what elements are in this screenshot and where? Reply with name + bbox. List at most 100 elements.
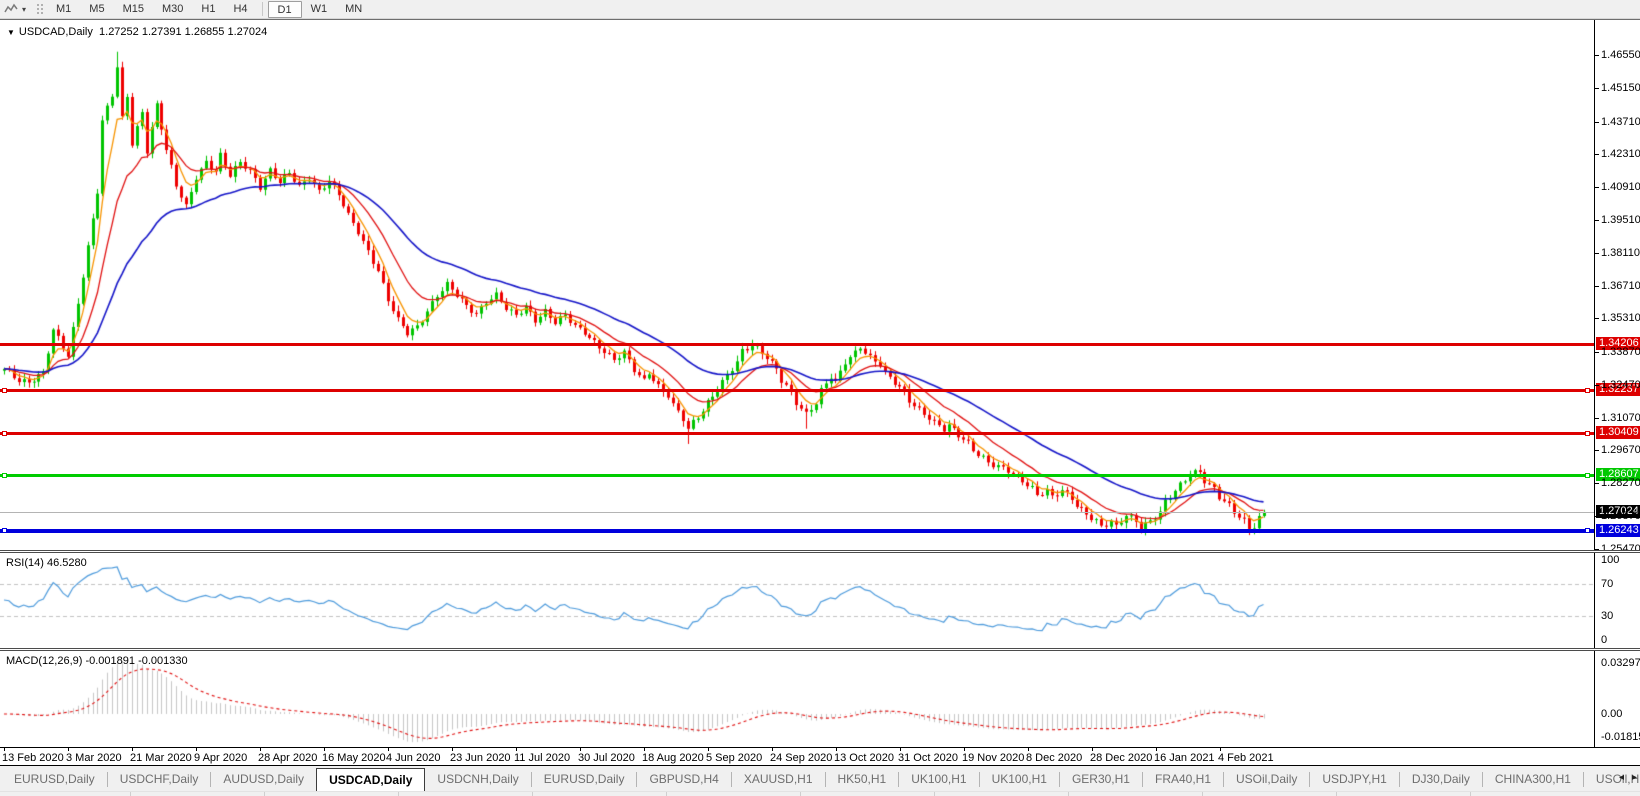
- price-axis-tick: [1595, 220, 1599, 221]
- date-axis-label: 8 Dec 2020: [1026, 752, 1082, 764]
- line-handle[interactable]: [2, 473, 7, 478]
- date-axis-label: 3 Mar 2020: [66, 752, 122, 764]
- symbol-dropdown-triangle[interactable]: ▼: [7, 28, 15, 37]
- terminal-window: ▾ M1M5M15M30H1H4 D1W1MN ▼ USDCAD,Daily 1.2…: [0, 0, 1640, 796]
- macd-axis-label: 0.00: [1601, 708, 1622, 720]
- price-axis-tick: [1595, 385, 1599, 386]
- strip-divider: [1068, 792, 1069, 796]
- date-axis-tick: [68, 748, 69, 751]
- line-handle[interactable]: [2, 388, 7, 393]
- date-axis-label: 28 Apr 2020: [258, 752, 317, 764]
- line-handle[interactable]: [1585, 528, 1590, 533]
- date-axis-label: 31 Oct 2020: [898, 752, 958, 764]
- chart-tab-usoil-daily[interactable]: USOil,Daily: [1224, 768, 1309, 791]
- horizontal-line-1.28607[interactable]: [0, 474, 1594, 477]
- date-axis-label: 13 Feb 2020: [2, 752, 64, 764]
- price-axis-tick: [1595, 286, 1599, 287]
- chart-tab-china300-h1[interactable]: CHINA300,H1: [1483, 768, 1583, 791]
- chart-tab-uk100-h1[interactable]: UK100,H1: [980, 768, 1059, 791]
- line-handle[interactable]: [2, 528, 7, 533]
- timeframe-button-m5[interactable]: M5: [80, 1, 113, 18]
- chart-tab-dj30-daily[interactable]: DJ30,Daily: [1400, 768, 1482, 791]
- timeframe-button-mn[interactable]: MN: [336, 1, 371, 18]
- rsi-axis-label: 100: [1601, 554, 1619, 566]
- chart-tab-gbpusd-h4[interactable]: GBPUSD,H4: [637, 768, 730, 791]
- timeframe-button-d1[interactable]: D1: [268, 1, 302, 18]
- price-axis-label: 1.31070: [1601, 412, 1640, 424]
- line-handle[interactable]: [1585, 431, 1590, 436]
- rsi-label: RSI(14) 46.5280: [6, 557, 87, 569]
- date-axis-tick: [132, 748, 133, 751]
- timeframe-button-h1[interactable]: H1: [192, 1, 224, 18]
- date-axis[interactable]: 13 Feb 20203 Mar 202021 Mar 20209 Apr 20…: [0, 747, 1640, 766]
- date-axis-label: 4 Jun 2020: [386, 752, 440, 764]
- tabs-scroll-left-arrow[interactable]: ◂: [1619, 772, 1624, 783]
- timeframe-button-h4[interactable]: H4: [224, 1, 256, 18]
- line-handle[interactable]: [2, 431, 7, 436]
- date-axis-tick: [1220, 748, 1221, 751]
- date-axis-tick: [900, 748, 901, 751]
- rsi-canvas[interactable]: [0, 553, 1594, 648]
- horizontal-line-1.34206[interactable]: [0, 343, 1594, 346]
- price-axis-label: 1.46550: [1601, 49, 1640, 61]
- strip-divider: [398, 792, 399, 796]
- horizontal-line-1.27024[interactable]: [0, 512, 1594, 513]
- strip-divider: [934, 792, 935, 796]
- chart-tab-usdcad-daily[interactable]: USDCAD,Daily: [316, 768, 425, 791]
- date-axis-tick: [516, 748, 517, 751]
- timeframe-button-w1[interactable]: W1: [302, 1, 337, 18]
- chart-tab-usdcnh-daily[interactable]: USDCNH,Daily: [425, 768, 530, 791]
- date-axis-label: 4 Feb 2021: [1218, 752, 1274, 764]
- chart-tab-hk50-h1[interactable]: HK50,H1: [826, 768, 899, 791]
- price-axis-tick: [1595, 122, 1599, 123]
- chart-type-dropdown-caret[interactable]: ▾: [22, 5, 34, 14]
- strip-divider: [130, 792, 131, 796]
- line-handle[interactable]: [1585, 473, 1590, 478]
- date-axis-label: 21 Mar 2020: [130, 752, 192, 764]
- chart-tab-usdchf-daily[interactable]: USDCHF,Daily: [108, 768, 211, 791]
- timeframe-button-m1[interactable]: M1: [47, 1, 80, 18]
- chart-zigzag-icon[interactable]: [0, 1, 22, 18]
- rsi-axis-label: 30: [1601, 610, 1613, 622]
- price-axis-label: 1.35310: [1601, 312, 1640, 324]
- price-axis-tick: [1595, 450, 1599, 451]
- timeframe-button-m30[interactable]: M30: [153, 1, 192, 18]
- timeframe-button-m15[interactable]: M15: [114, 1, 153, 18]
- chart-tab-xauusd-h1[interactable]: XAUUSD,H1: [732, 768, 825, 791]
- horizontal-line-1.32237[interactable]: [0, 389, 1594, 392]
- strip-divider: [666, 792, 667, 796]
- date-axis-tick: [388, 748, 389, 751]
- price-axis-label: 1.42310: [1601, 148, 1640, 160]
- date-axis-label: 16 May 2020: [322, 752, 386, 764]
- price-axis-label: 1.26870: [1601, 510, 1640, 522]
- strip-divider: [1470, 792, 1471, 796]
- tab-strip-bottom: [0, 791, 1640, 796]
- chart-tab-audusd-daily[interactable]: AUDUSD,Daily: [211, 768, 316, 791]
- price-axis-tick: [1595, 187, 1599, 188]
- price-axis[interactable]: 1.342061.322371.304091.286071.270241.262…: [1594, 20, 1640, 550]
- chart-title: ▼USDCAD,Daily 1.27252 1.27391 1.26855 1.…: [7, 26, 267, 38]
- chart-tab-eurusd-daily[interactable]: EURUSD,Daily: [2, 768, 107, 791]
- price-chart-canvas[interactable]: [0, 20, 1594, 551]
- date-axis-tick: [772, 748, 773, 751]
- chart-tab-eurusd-daily[interactable]: EURUSD,Daily: [532, 768, 637, 791]
- macd-canvas[interactable]: [0, 651, 1594, 747]
- price-axis-tick: [1595, 352, 1599, 353]
- chart-tab-ger30-h1[interactable]: GER30,H1: [1060, 768, 1142, 791]
- macd-indicator-panel: MACD(12,26,9) -0.001891 -0.001330 0.0329…: [0, 651, 1640, 747]
- tabs-scroll-right-arrow[interactable]: ▸: [1632, 772, 1637, 783]
- price-axis-tick: [1595, 418, 1599, 419]
- date-axis-tick: [836, 748, 837, 751]
- toolbar-grip-handle[interactable]: [36, 3, 43, 16]
- line-handle[interactable]: [1585, 388, 1590, 393]
- chart-tab-fra40-h1[interactable]: FRA40,H1: [1143, 768, 1223, 791]
- strip-divider: [1202, 792, 1203, 796]
- chart-tab-uk100-h1[interactable]: UK100,H1: [899, 768, 978, 791]
- chart-tab-usdjpy-h1[interactable]: USDJPY,H1: [1310, 768, 1398, 791]
- price-axis-label: 1.28270: [1601, 477, 1640, 489]
- chart-title-symbol: USDCAD,Daily: [19, 26, 93, 38]
- date-axis-label: 19 Nov 2020: [962, 752, 1024, 764]
- date-axis-tick: [644, 748, 645, 751]
- horizontal-line-1.26243[interactable]: [0, 529, 1594, 533]
- horizontal-line-1.30409[interactable]: [0, 432, 1594, 435]
